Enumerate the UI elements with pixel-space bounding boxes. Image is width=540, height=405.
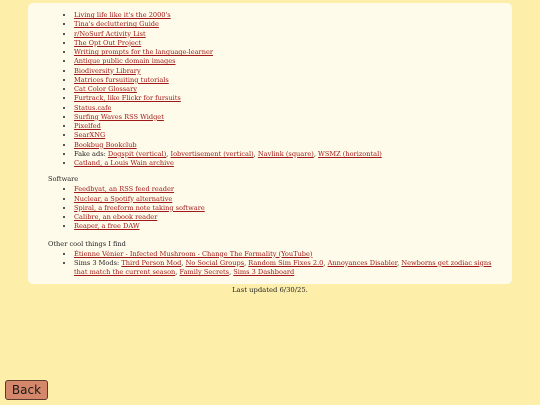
list-item: Status.cafe (74, 104, 502, 113)
link-nuclear[interactable]: Nuclear, a Spotify alternative (74, 195, 172, 203)
list-item: Tina's decluttering Guide (74, 20, 502, 29)
link-third-person-mod[interactable]: Third Person Mod (121, 259, 181, 267)
link-reaper[interactable]: Reaper, a free DAW (74, 222, 140, 230)
list-item: Spiral, a freeform note taking software (74, 204, 502, 213)
link-annoyances-disabler[interactable]: Annoyances Disabler (328, 259, 398, 267)
link-biodiversity[interactable]: Biodiversity Library (74, 67, 141, 75)
list-item: Étienne Vénier - Infected Mushroom - Cha… (74, 250, 502, 259)
content-card: Living life like it's the 2000's Tina's … (28, 3, 512, 284)
link-writing-prompts[interactable]: Writing prompts for the language-learner (74, 48, 213, 56)
software-heading: Software (48, 175, 79, 184)
link-spiral[interactable]: Spiral, a freeform note taking software (74, 204, 205, 212)
link-sims3-dashboard[interactable]: Sims 3 Dashboard (233, 268, 294, 276)
link-living-2000s[interactable]: Living life like it's the 2000's (74, 11, 171, 19)
list-item: Writing prompts for the language-learner (74, 48, 502, 57)
link-opt-out[interactable]: The Opt Out Project (74, 39, 141, 47)
link-pixelfed[interactable]: Pixelfed (74, 122, 101, 130)
link-bookbug[interactable]: Bookbug Bookclub (74, 141, 137, 149)
link-rss-widget[interactable]: Surfing Waves RSS Widget (74, 113, 164, 121)
list-item: Calibre, an ebook reader (74, 213, 502, 222)
other-list: Étienne Vénier - Infected Mushroom - Cha… (48, 250, 502, 278)
list-item: Cat Color Glossary (74, 85, 502, 94)
link-family-secrets[interactable]: Family Secrets (180, 268, 230, 276)
link-ad-wsmz[interactable]: WSMZ (horizontal) (318, 150, 382, 158)
other-heading: Other cool things I find (48, 239, 126, 248)
link-ad-iobvertisement[interactable]: Iobvertisement (vertical) (170, 150, 253, 158)
link-no-social-groups[interactable]: No Social Groups (186, 259, 245, 267)
list-item: Surfing Waves RSS Widget (74, 113, 502, 122)
links-list: Living life like it's the 2000's Tina's … (48, 11, 502, 168)
last-updated: Last updated 6/30/25. (232, 286, 308, 294)
list-item: Matrices fursuiting tutorials (74, 76, 502, 85)
link-feedbyat[interactable]: Feedbyat, an RSS feed reader (74, 185, 174, 193)
back-button[interactable]: Back (5, 380, 48, 400)
link-cat-color[interactable]: Cat Color Glossary (74, 85, 137, 93)
list-item: Feedbyat, an RSS feed reader (74, 185, 502, 194)
list-item: Reaper, a free DAW (74, 222, 502, 231)
link-searxng[interactable]: SearXNG (74, 131, 105, 139)
link-catland[interactable]: Catland, a Louis Wain archive (74, 159, 174, 167)
link-declutter-guide[interactable]: Tina's decluttering Guide (74, 20, 159, 28)
link-random-sim-fixes[interactable]: Random Sim Fixes 2.0 (248, 259, 323, 267)
list-item: Nuclear, a Spotify alternative (74, 195, 502, 204)
list-item: Living life like it's the 2000's (74, 11, 502, 20)
list-item: Catland, a Louis Wain archive (74, 159, 502, 168)
list-item-sims-mods: Sims 3 Mods: Third Person Mod, No Social… (74, 259, 502, 278)
list-item-fake-ads: Fake ads: Dogspit (vertical), Iobvertise… (74, 150, 502, 159)
sims-mods-label: Sims 3 Mods: (74, 258, 120, 267)
link-video[interactable]: Étienne Vénier - Infected Mushroom - Cha… (74, 250, 312, 258)
fake-ads-label: Fake ads: (74, 149, 106, 158)
link-furtrack[interactable]: Furtrack, like Flickr for fursuits (74, 94, 181, 102)
software-list: Feedbyat, an RSS feed reader Nuclear, a … (48, 185, 502, 231)
list-item: Pixelfed (74, 122, 502, 131)
list-item: Antique public domain images (74, 57, 502, 66)
list-item: Bookbug Bookclub (74, 141, 502, 150)
link-calibre[interactable]: Calibre, an ebook reader (74, 213, 157, 221)
list-item: Biodiversity Library (74, 67, 502, 76)
list-item: r/NoSurf Activity List (74, 30, 502, 39)
link-ad-navlink[interactable]: Navlink (square) (258, 150, 314, 158)
list-item: SearXNG (74, 131, 502, 140)
list-item: The Opt Out Project (74, 39, 502, 48)
link-ad-dogspit[interactable]: Dogspit (vertical) (108, 150, 166, 158)
link-status-cafe[interactable]: Status.cafe (74, 104, 111, 112)
list-item: Furtrack, like Flickr for fursuits (74, 94, 502, 103)
link-antique-images[interactable]: Antique public domain images (74, 57, 176, 65)
link-fursuit-tutorials[interactable]: Matrices fursuiting tutorials (74, 76, 169, 84)
link-nosurf[interactable]: r/NoSurf Activity List (74, 30, 146, 38)
